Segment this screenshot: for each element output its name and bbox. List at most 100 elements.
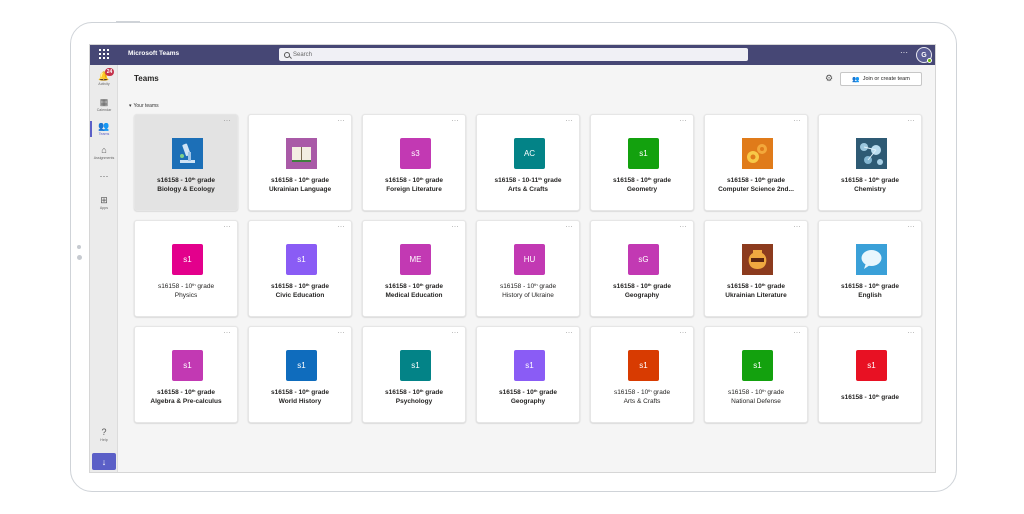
team-card[interactable]: ··· HU s16158 - 10th grade History of Ukrai…: [476, 220, 580, 317]
more-options-icon[interactable]: ···: [908, 330, 916, 336]
more-options-icon[interactable]: ···: [224, 224, 232, 230]
rail-item-activity[interactable]: 🔔 Activity 24: [90, 68, 118, 86]
team-name: s16158 - 10th grade World History: [251, 388, 349, 406]
teams-icon: 👥: [98, 121, 110, 131]
more-options-icon[interactable]: ···: [680, 224, 688, 230]
team-card[interactable]: ··· s16158 - 10th grade Computer Science 2…: [704, 114, 808, 211]
avatar-initials: G: [921, 51, 927, 59]
more-options-icon[interactable]: ···: [338, 118, 346, 124]
team-card[interactable]: ··· s16158 - 10th grade Chemistry: [818, 114, 922, 211]
join-or-create-team-button[interactable]: 👥 Join or create team: [840, 72, 922, 86]
team-card[interactable]: ··· s1 s16158 - 10th grade Psychology: [362, 326, 466, 423]
rail-item-more[interactable]: ···: [90, 171, 118, 181]
team-name: s16158 - 10th grade Geography: [593, 282, 691, 300]
more-options-icon[interactable]: ···: [794, 224, 802, 230]
team-card[interactable]: ··· s16158 - 10th grade Ukrainian Language: [248, 114, 352, 211]
team-name: s16158 - 10th grade Geography: [479, 388, 577, 406]
team-name-line2: Chemistry: [854, 186, 886, 193]
app-launcher-icon[interactable]: [99, 49, 111, 61]
team-avatar: s1: [286, 244, 317, 275]
more-options-icon[interactable]: ···: [452, 224, 460, 230]
chevron-down-icon: ▾: [129, 103, 132, 109]
vase-icon: [742, 244, 773, 275]
team-card[interactable]: ··· s3 s16158 - 10th grade Foreign Literatu…: [362, 114, 466, 211]
more-options-icon[interactable]: ···: [680, 118, 688, 124]
team-name-line2: Civic Education: [275, 292, 325, 299]
team-name-line1: s16158 - 10th grade: [613, 282, 671, 290]
team-card[interactable]: ··· s1 s16158 - 10th grade Physics: [134, 220, 238, 317]
more-options-icon[interactable]: ···: [900, 48, 908, 57]
team-name: s16158 - 10th grade Geometry: [593, 176, 691, 194]
more-options-icon[interactable]: ···: [566, 118, 574, 124]
more-options-icon[interactable]: ···: [908, 118, 916, 124]
app-title: Microsoft Teams: [128, 50, 180, 57]
team-card[interactable]: ··· s16158 - 10th grade Ukrainian Literatu…: [704, 220, 808, 317]
more-options-icon[interactable]: ···: [794, 330, 802, 336]
page-title: Teams: [134, 74, 159, 83]
team-name-line1: s16158 - 10th grade: [727, 388, 785, 396]
more-options-icon[interactable]: ···: [908, 224, 916, 230]
search-placeholder: Search: [293, 51, 313, 58]
team-avatar: s1: [514, 350, 545, 381]
team-card[interactable]: ··· s16158 - 10th grade English: [818, 220, 922, 317]
download-icon[interactable]: ↓: [92, 453, 116, 470]
team-name-line1: s16158 - 10th grade: [157, 388, 215, 396]
team-card[interactable]: ··· s1 s16158 - 10th grade World History: [248, 326, 352, 423]
team-name-line1: s16158 - 10th grade: [499, 282, 557, 290]
team-name: s16158 - 10th grade Physics: [137, 282, 235, 300]
team-name-line1: s16158 - 10th grade: [727, 176, 785, 184]
more-options-icon[interactable]: ···: [566, 330, 574, 336]
rail-label: Apps: [99, 206, 109, 210]
more-options-icon[interactable]: ···: [680, 330, 688, 336]
settings-icon[interactable]: ⚙: [825, 73, 833, 84]
rail-item-apps[interactable]: ⊞ Apps: [90, 195, 118, 210]
team-name: s16158 - 10th grade Foreign Literature: [365, 176, 463, 194]
team-card[interactable]: ··· s16158 - 10th grade Biology & Ecology: [134, 114, 238, 211]
team-avatar: s1: [628, 138, 659, 169]
team-card[interactable]: ··· ME s16158 - 10th grade Medical Educatio…: [362, 220, 466, 317]
your-teams-toggle[interactable]: ▾ Your teams: [129, 103, 159, 109]
help-icon: ?: [101, 427, 107, 437]
team-name: s16158 - 10th grade Ukrainian Language: [251, 176, 349, 194]
more-options-icon[interactable]: ···: [338, 224, 346, 230]
team-card[interactable]: ··· s1 s16158 - 10th grade Geometry: [590, 114, 694, 211]
rail-label: Assignments: [93, 156, 115, 160]
team-name-line2: Geometry: [626, 186, 658, 193]
team-name-line1: s16158 - 10th grade: [385, 176, 443, 184]
avatar[interactable]: G: [916, 47, 932, 63]
teams-grid: ··· s16158 - 10th grade Biology & Ecology ·…: [134, 114, 922, 424]
team-name: s16158 - 10th grade Biology & Ecology: [137, 176, 235, 194]
more-options-icon[interactable]: ···: [338, 330, 346, 336]
team-avatar: s1: [628, 350, 659, 381]
team-avatar: s1: [856, 350, 887, 381]
more-options-icon[interactable]: ···: [224, 330, 232, 336]
rail-item-help[interactable]: ? Help: [90, 427, 118, 442]
rail-item-assignments[interactable]: ⌂ Assignments: [90, 145, 118, 160]
more-options-icon[interactable]: ···: [566, 224, 574, 230]
team-card[interactable]: ··· s1 s16158 - 10th grade Geography: [476, 326, 580, 423]
team-card[interactable]: ··· s1 s16158 - 10th grade National Defense: [704, 326, 808, 423]
more-options-icon[interactable]: ···: [794, 118, 802, 124]
team-card[interactable]: ··· sG s16158 - 10th grade Geography: [590, 220, 694, 317]
team-card[interactable]: ··· s1 s16158 - 10th grade: [818, 326, 922, 423]
team-card[interactable]: ··· s1 s16158 - 10th grade Civic Education: [248, 220, 352, 317]
team-name-line2: History of Ukraine: [502, 292, 554, 299]
team-card[interactable]: ··· AC s16158 - 10-11th grade Arts & Crafts: [476, 114, 580, 211]
team-name-line1: s16158 - 10th grade: [385, 388, 443, 396]
search-input[interactable]: Search: [279, 48, 748, 61]
more-options-icon[interactable]: ···: [224, 118, 232, 124]
search-icon: [284, 51, 290, 58]
team-card[interactable]: ··· s1 s16158 - 10th grade Algebra & Pre-ca…: [134, 326, 238, 423]
presence-status-icon: [927, 58, 932, 63]
more-options-icon[interactable]: ···: [452, 330, 460, 336]
team-avatar: AC: [514, 138, 545, 169]
assignments-icon: ⌂: [101, 145, 107, 155]
team-avatar: s1: [172, 350, 203, 381]
team-card[interactable]: ··· s1 s16158 - 10th grade Arts & Crafts: [590, 326, 694, 423]
rail-item-calendar[interactable]: ▦ Calendar: [90, 97, 118, 112]
more-options-icon[interactable]: ···: [452, 118, 460, 124]
team-name-line2: English: [858, 292, 882, 299]
rail-item-teams[interactable]: 👥 Teams: [90, 121, 118, 136]
team-avatar: s1: [286, 350, 317, 381]
team-name-line2: World History: [278, 398, 322, 405]
